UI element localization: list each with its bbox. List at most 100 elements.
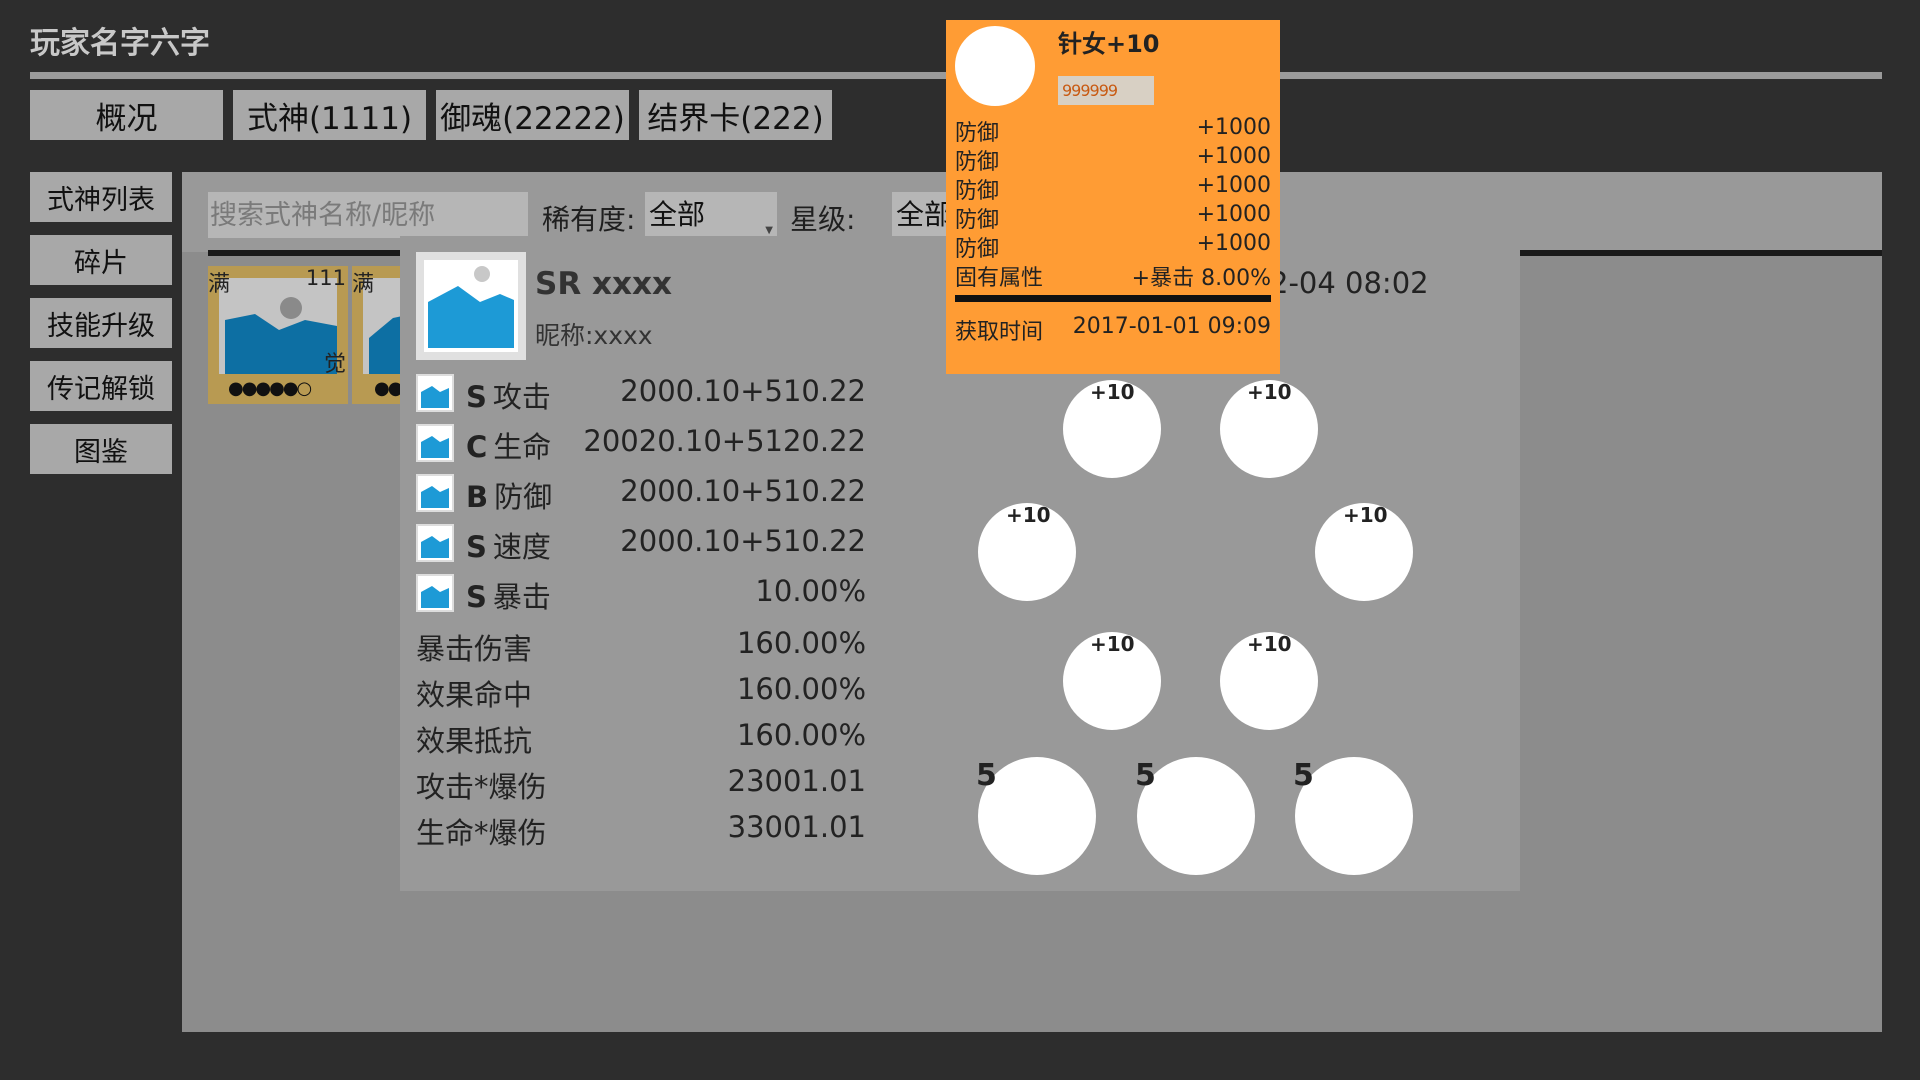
tooltip-acquired-row: 获取时间 2017-01-01 09:09: [955, 314, 1271, 345]
tooltip-attr-value: +暴击 8.00%: [1131, 266, 1271, 291]
rarity-select[interactable]: 全部 ▼: [645, 192, 777, 238]
card-full-label: 满: [208, 272, 231, 297]
tooltip-attr-row: 防御 +1000: [955, 202, 1271, 233]
stat-row-crit: S 暴击 10.00%: [416, 572, 866, 614]
tooltip-attr-value: +1000: [1196, 202, 1271, 227]
mitama-slot-level: +10: [1247, 380, 1292, 404]
shikigami-name: SR xxxx: [535, 266, 672, 302]
stat-grade: C: [466, 430, 488, 464]
stat-value: 2000.10+510.22: [620, 524, 866, 558]
sidebar-item-skill-upgrade[interactable]: 技能升级: [30, 298, 172, 348]
card-level: 111: [305, 266, 346, 290]
rarity-label: 稀有度:: [542, 203, 636, 236]
stat-label: 防御: [494, 480, 553, 514]
stat-row-defense: B 防御 2000.10+510.22: [416, 472, 866, 514]
tooltip-attr-row: 固有属性 +暴击 8.00%: [955, 260, 1271, 291]
extra-stat-row: 暴击伤害 160.00%: [416, 626, 866, 668]
skill-level: 5: [976, 758, 997, 793]
tab-shikigami[interactable]: 式神(1111): [233, 90, 426, 140]
stat-label: 暴击: [492, 580, 551, 614]
extra-stat-label: 效果抵抗: [416, 724, 533, 758]
stat-grade: S: [466, 530, 487, 564]
tooltip-attr-label: 防御: [955, 150, 1000, 175]
sidebar-item-biography[interactable]: 传记解锁: [30, 361, 172, 411]
portrait-image-icon: [416, 252, 526, 360]
extra-stat-value: 23001.01: [727, 764, 866, 798]
stat-row-hp: C 生命 20020.10+5120.22: [416, 422, 866, 464]
stat-label: 速度: [492, 530, 551, 564]
stat-value: 2000.10+510.22: [620, 374, 866, 408]
sidebar-item-shikigami-list[interactable]: 式神列表: [30, 172, 172, 222]
tooltip-attr-row: 防御 +1000: [955, 144, 1271, 175]
stat-label: 生命: [493, 430, 552, 464]
tooltip-attr-label: 防御: [955, 179, 1000, 204]
extra-stat-row: 攻击*爆伤 23001.01: [416, 764, 866, 806]
mitama-slot-level: +10: [1247, 632, 1292, 656]
stat-grade: S: [466, 380, 487, 414]
sidebar-item-fragments[interactable]: 碎片: [30, 235, 172, 285]
tooltip-attr-row: 防御 +1000: [955, 173, 1271, 204]
extra-stat-label: 生命*爆伤: [416, 816, 547, 850]
mitama-slot-level: +10: [1343, 503, 1388, 527]
tooltip-attr-value: +1000: [1196, 231, 1271, 256]
search-input[interactable]: [208, 192, 528, 238]
skill-level: 5: [1293, 758, 1314, 793]
extra-stat-row: 效果抵抗 160.00%: [416, 718, 866, 760]
hp-icon: [416, 424, 454, 462]
skill-level: 5: [1135, 758, 1156, 793]
stat-label: 攻击: [492, 380, 551, 414]
extra-stat-row: 生命*爆伤 33001.01: [416, 810, 866, 852]
stat-row-speed: S 速度 2000.10+510.22: [416, 522, 866, 564]
extra-stat-label: 暴击伤害: [416, 632, 533, 666]
tooltip-attr-value: +1000: [1196, 144, 1271, 169]
extra-stat-row: 效果命中 160.00%: [416, 672, 866, 714]
extra-stat-value: 160.00%: [736, 718, 866, 752]
card-full-label: 满: [352, 272, 375, 297]
sidebar-item-handbook[interactable]: 图鉴: [30, 424, 172, 474]
tooltip-attr-label: 防御: [955, 121, 1000, 146]
shikigami-card[interactable]: 满 111 觉 ●●●●●○: [208, 266, 348, 404]
tooltip-acquired-value: 2017-01-01 09:09: [1072, 314, 1271, 339]
tab-overview[interactable]: 概况: [30, 90, 223, 140]
stat-grade: S: [466, 580, 487, 614]
tab-mitama[interactable]: 御魂(22222): [436, 90, 629, 140]
stat-value: 10.00%: [755, 574, 866, 608]
tooltip-attr-row: 防御 +1000: [955, 115, 1271, 146]
extra-stat-value: 160.00%: [736, 672, 866, 706]
mitama-stars: 999999: [1058, 76, 1154, 105]
tooltip-attr-value: +1000: [1196, 115, 1271, 140]
stat-value: 20020.10+5120.22: [583, 424, 866, 458]
acquired-time: 2-04 08:02: [1270, 266, 1429, 300]
tooltip-attr-label: 固有属性: [955, 266, 1044, 291]
mitama-name: 针女+10: [1058, 30, 1160, 58]
defense-icon: [416, 474, 454, 512]
card-stars: ●●●●●○: [228, 378, 312, 399]
extra-stat-label: 效果命中: [416, 678, 533, 712]
stat-grade: B: [466, 480, 489, 514]
tab-realm-card[interactable]: 结界卡(222): [639, 90, 832, 140]
star-value: 全部: [896, 198, 953, 231]
extra-stat-value: 160.00%: [736, 626, 866, 660]
star-label: 星级:: [790, 203, 856, 236]
mitama-slot-level: +10: [1006, 503, 1051, 527]
tooltip-attr-value: +1000: [1196, 173, 1271, 198]
tooltip-attr-row: 防御 +1000: [955, 231, 1271, 262]
shikigami-nickname: 昵称:xxxx: [535, 321, 653, 350]
tooltip-acquired-label: 获取时间: [955, 320, 1044, 345]
tooltip-attr-label: 防御: [955, 208, 1000, 233]
player-name: 玩家名字六字: [30, 26, 210, 61]
speed-icon: [416, 524, 454, 562]
tooltip-attr-label: 防御: [955, 237, 1000, 262]
extra-stat-value: 33001.01: [727, 810, 866, 844]
image-placeholder-icon: [219, 278, 337, 374]
card-stars: ●●: [374, 378, 403, 399]
mitama-slot-level: +10: [1090, 380, 1135, 404]
attack-icon: [416, 374, 454, 412]
rarity-value: 全部: [649, 198, 706, 231]
tooltip-divider: [955, 295, 1271, 302]
extra-stat-label: 攻击*爆伤: [416, 770, 547, 804]
card-awaken-label: 觉: [323, 352, 346, 377]
stat-row-attack: S 攻击 2000.10+510.22: [416, 372, 866, 414]
crit-icon: [416, 574, 454, 612]
mitama-slot-level: +10: [1090, 632, 1135, 656]
